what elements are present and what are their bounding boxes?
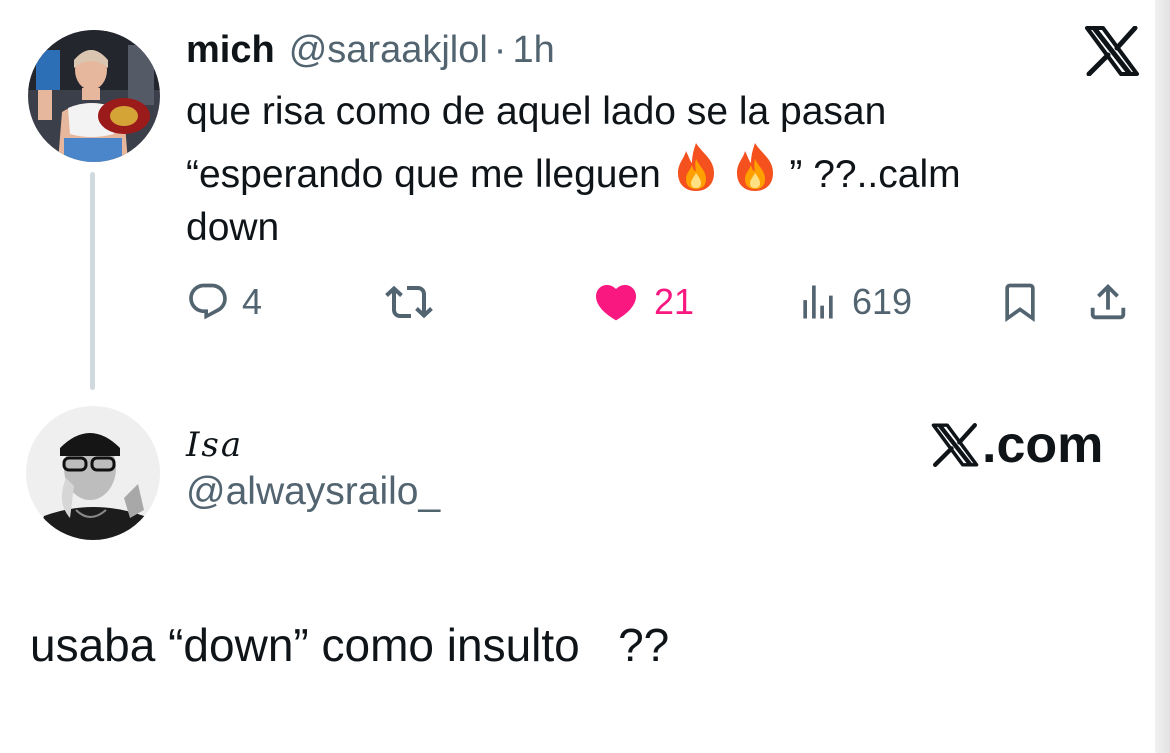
retweet-button[interactable]: [385, 270, 433, 334]
tweet-timestamp[interactable]: 1h: [512, 26, 554, 74]
reply-author-name[interactable]: Isa: [186, 425, 243, 465]
heart-icon: [595, 285, 637, 321]
fire-emoji-icon: [672, 141, 720, 210]
header-separator: ·: [493, 29, 507, 71]
avatar-isa[interactable]: [26, 406, 160, 540]
tweet-text-line-3: down: [186, 206, 280, 249]
brand-domain-text: .com: [982, 416, 1104, 474]
tweet-text-segment-1: “esperando que me lleguen: [186, 153, 661, 196]
reply-comment-text: usaba “down” como insulto ??: [30, 619, 670, 671]
tweet-action-bar: 4 21 619: [0, 270, 1170, 334]
reply-icon: [189, 283, 227, 320]
author-handle[interactable]: @saraakjlol: [289, 26, 488, 74]
x-logo-icon: [931, 423, 979, 467]
fire-emoji-icon: [731, 141, 779, 210]
views-count: 619: [852, 281, 913, 322]
share-button[interactable]: [1085, 270, 1131, 334]
reply-count: 4: [242, 281, 263, 322]
like-button[interactable]: 21: [590, 270, 694, 334]
author-display-name[interactable]: mich: [186, 26, 275, 74]
reply-author-handle[interactable]: @alwaysrailo_: [186, 470, 440, 514]
reply-button[interactable]: 4: [186, 270, 262, 334]
views-icon: [803, 285, 833, 319]
avatar-mich[interactable]: [28, 30, 160, 162]
tweet-text-line-2: “esperando que me lleguen ” ??..calm: [186, 141, 1116, 199]
page-edge-shadow: [1155, 0, 1170, 753]
share-icon: [1090, 283, 1126, 320]
bookmark-button[interactable]: [998, 270, 1042, 334]
bookmark-icon: [1005, 283, 1035, 323]
views-button[interactable]: 619: [796, 270, 912, 334]
tweet-text: que risa como de aquel lado se la pasan …: [186, 83, 1116, 257]
tweet-text-segment-2: ” ??..calm: [789, 153, 961, 196]
like-count: 21: [654, 281, 695, 322]
tweet-header: mich @saraakjlol · 1h: [186, 26, 555, 76]
tweet-text-line-1: que risa como de aquel lado se la pasan: [186, 90, 887, 133]
x-com-brand: .com: [930, 415, 1103, 475]
x-logo-icon[interactable]: [1083, 25, 1141, 77]
retweet-icon: [385, 285, 433, 319]
